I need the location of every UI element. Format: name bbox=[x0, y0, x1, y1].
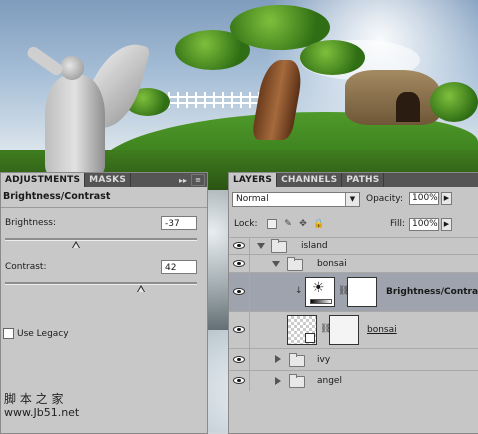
divider bbox=[1, 207, 207, 208]
watermark-url: www.Jb51.net bbox=[4, 406, 80, 419]
use-legacy-option[interactable]: Use Legacy bbox=[3, 328, 69, 339]
layers-tabbar: LAYERS CHANNELS PATHS bbox=[229, 173, 478, 187]
brightness-slider-track[interactable] bbox=[5, 238, 197, 241]
gradient-bar-icon bbox=[310, 299, 332, 304]
contrast-input[interactable]: 42 bbox=[161, 260, 197, 274]
layer-name: bonsai bbox=[367, 325, 397, 335]
brightness-control: Brightness: -37 bbox=[1, 216, 207, 252]
angel-arm bbox=[25, 44, 65, 78]
opacity-arrow-icon[interactable]: ▶ bbox=[441, 192, 452, 205]
contrast-slider-track[interactable] bbox=[5, 282, 197, 285]
opacity-label: Opacity: bbox=[366, 194, 403, 204]
layer-list: island bonsai ↓ ☀ ⛓ Brightness/Contrast … bbox=[229, 237, 478, 433]
watermark-text: 脚 本 之 家 bbox=[4, 392, 64, 406]
tab-paths[interactable]: PATHS bbox=[342, 173, 385, 187]
folder-icon bbox=[271, 239, 287, 253]
site-watermark: 脚 本 之 家 www.Jb51.net bbox=[4, 392, 79, 420]
lock-pixels-icon[interactable]: ✎ bbox=[283, 219, 293, 229]
angel-statue bbox=[45, 75, 105, 175]
lock-transparency-icon[interactable] bbox=[267, 219, 277, 229]
chevron-down-icon[interactable]: ▼ bbox=[345, 193, 359, 206]
layer-row-angel[interactable]: angel bbox=[229, 370, 478, 391]
layer-name: bonsai bbox=[317, 259, 347, 269]
lock-fill-row: Lock: ✎ ✥ 🔒 Fill: 100% ▶ bbox=[229, 215, 478, 233]
blend-mode-select[interactable]: Normal ▼ bbox=[232, 192, 360, 207]
expand-triangle-icon[interactable] bbox=[275, 377, 281, 385]
lock-position-icon[interactable]: ✥ bbox=[298, 219, 308, 229]
use-legacy-checkbox[interactable] bbox=[3, 328, 14, 339]
contrast-control: Contrast: 42 bbox=[1, 260, 207, 296]
brightness-input[interactable]: -37 bbox=[161, 216, 197, 230]
expand-triangle-icon[interactable] bbox=[257, 243, 265, 249]
layer-row-ivy[interactable]: ivy bbox=[229, 348, 478, 370]
layer-name: Brightness/Contrast 1 bbox=[386, 287, 478, 297]
collapse-icon[interactable]: ▸▸ bbox=[179, 176, 187, 185]
brightness-slider-thumb[interactable] bbox=[72, 241, 81, 248]
right-tree bbox=[430, 82, 478, 122]
adjustments-tabbar: ADJUSTMENTS MASKS ▸▸ ≡ bbox=[1, 173, 207, 187]
tab-adjustments[interactable]: ADJUSTMENTS bbox=[1, 173, 86, 187]
visibility-eye-icon[interactable] bbox=[233, 242, 245, 249]
fill-label: Fill: bbox=[390, 219, 406, 229]
visibility-eye-icon[interactable] bbox=[233, 288, 245, 295]
stone-hut-door bbox=[396, 92, 420, 122]
fill-input[interactable]: 100% bbox=[409, 218, 439, 231]
visibility-eye-icon[interactable] bbox=[233, 326, 245, 333]
layer-name: angel bbox=[317, 376, 342, 386]
layer-row-brightness-contrast[interactable]: ↓ ☀ ⛓ Brightness/Contrast 1 bbox=[229, 272, 478, 311]
layer-thumbnail[interactable] bbox=[287, 315, 317, 345]
blend-opacity-row: Normal ▼ Opacity: 100% ▶ bbox=[229, 189, 478, 209]
tab-layers[interactable]: LAYERS bbox=[229, 173, 278, 187]
expand-triangle-icon[interactable] bbox=[272, 261, 280, 267]
adjustment-thumbnail[interactable]: ☀ bbox=[305, 277, 335, 307]
clip-arrow-icon: ↓ bbox=[295, 286, 303, 296]
adjustment-title: Brightness/Contrast bbox=[3, 191, 111, 202]
bonsai-canopy bbox=[300, 40, 365, 75]
use-legacy-label: Use Legacy bbox=[17, 328, 69, 339]
fill-arrow-icon[interactable]: ▶ bbox=[441, 218, 452, 231]
layer-name: island bbox=[301, 241, 328, 251]
layer-name: ivy bbox=[317, 355, 331, 365]
smart-object-icon bbox=[305, 333, 315, 343]
layer-mask-thumbnail[interactable] bbox=[329, 315, 359, 345]
layer-row-island[interactable]: island bbox=[229, 237, 478, 254]
layer-row-bonsai-group[interactable]: bonsai bbox=[229, 254, 478, 272]
panel-menu-icon[interactable]: ≡ bbox=[191, 174, 205, 186]
visibility-eye-icon[interactable] bbox=[233, 377, 245, 384]
folder-icon bbox=[289, 353, 305, 367]
visibility-eye-icon[interactable] bbox=[233, 356, 245, 363]
tab-channels[interactable]: CHANNELS bbox=[277, 173, 343, 187]
lock-all-icon[interactable]: 🔒 bbox=[313, 219, 324, 229]
contrast-slider-thumb[interactable] bbox=[137, 285, 146, 292]
blend-mode-value: Normal bbox=[236, 194, 269, 204]
sun-icon: ☀ bbox=[312, 280, 325, 296]
layer-row-bonsai[interactable]: ⛓ bonsai bbox=[229, 311, 478, 348]
folder-icon bbox=[289, 374, 305, 388]
layers-panel: LAYERS CHANNELS PATHS Normal ▼ Opacity: … bbox=[228, 172, 478, 434]
angel-head bbox=[60, 56, 84, 80]
tab-masks[interactable]: MASKS bbox=[85, 173, 132, 187]
stone-hut bbox=[345, 70, 440, 125]
lock-label: Lock: bbox=[234, 219, 258, 229]
opacity-input[interactable]: 100% bbox=[409, 192, 439, 205]
folder-icon bbox=[287, 257, 303, 271]
visibility-eye-icon[interactable] bbox=[233, 260, 245, 267]
contrast-label: Contrast: bbox=[5, 262, 47, 272]
brightness-label: Brightness: bbox=[5, 218, 56, 228]
expand-triangle-icon[interactable] bbox=[275, 355, 281, 363]
layer-mask-thumbnail[interactable] bbox=[347, 277, 377, 307]
